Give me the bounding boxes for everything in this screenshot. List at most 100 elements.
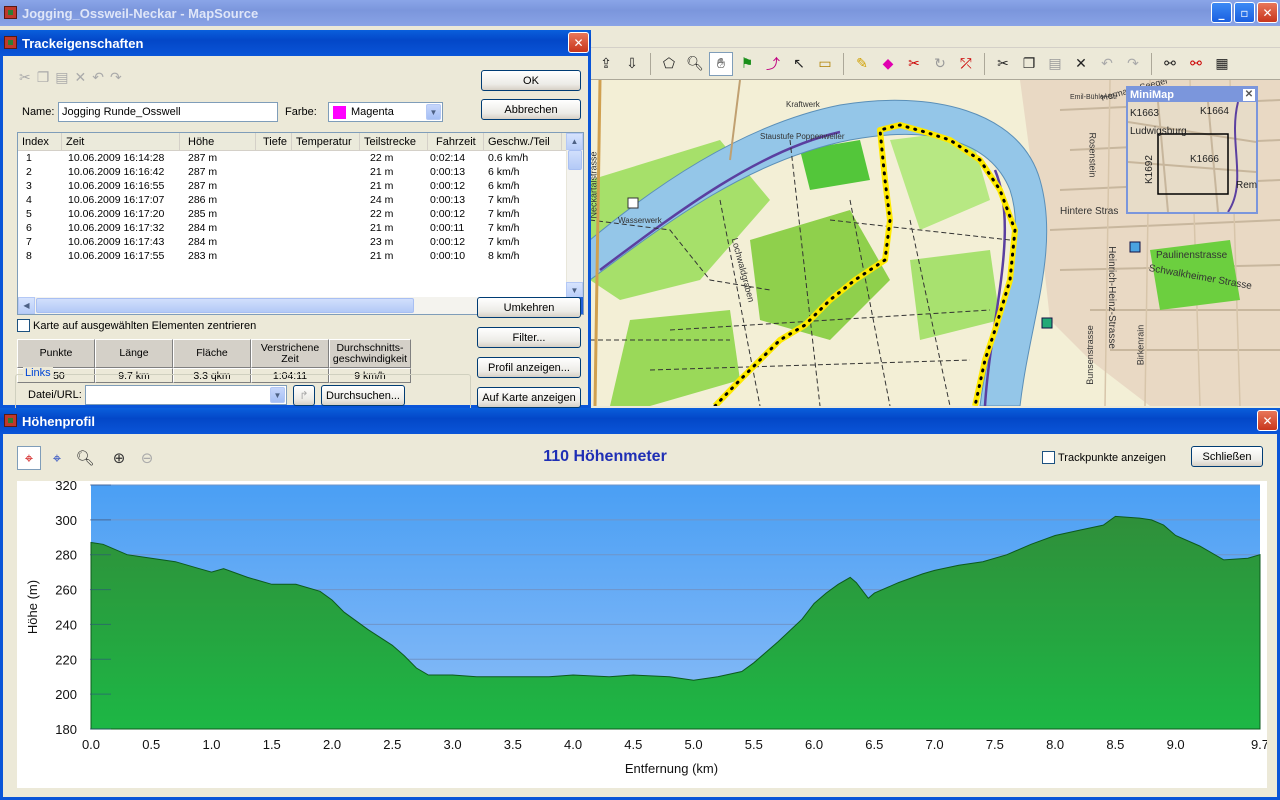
open-link-button[interactable]: ↱ bbox=[293, 385, 315, 406]
show-profile-button[interactable]: Profil anzeigen... bbox=[477, 357, 581, 378]
paste-icon[interactable]: ▤ bbox=[1043, 52, 1067, 76]
eraser-tool-icon[interactable]: ◆ bbox=[876, 52, 900, 76]
table-row[interactable]: 4 10.06.2009 16:17:07 286 m 24 m 0:00:13… bbox=[18, 193, 583, 207]
table-body: 1 10.06.2009 16:14:28 287 m 22 m 0:02:14… bbox=[18, 151, 583, 263]
track-name-input[interactable]: Jogging Runde_Osswell bbox=[58, 102, 278, 122]
table-row[interactable]: 7 10.06.2009 16:17:43 284 m 23 m 0:00:12… bbox=[18, 235, 583, 249]
chevron-down-icon[interactable]: ▼ bbox=[270, 387, 285, 403]
x-tick-label: 8.0 bbox=[1046, 737, 1064, 752]
chevron-down-icon[interactable]: ▼ bbox=[426, 104, 441, 120]
cell-depth bbox=[256, 165, 292, 179]
waterworks-poi-icon[interactable] bbox=[627, 197, 639, 209]
cell-leg-speed: 7 km/h bbox=[488, 208, 520, 220]
distance-tool-icon[interactable]: ▭ bbox=[813, 52, 837, 76]
hand-tool-icon[interactable]: ✋︎ bbox=[709, 51, 733, 76]
center-map-checkbox[interactable] bbox=[17, 319, 30, 332]
window-buttons: _ ▫ ✕ bbox=[1211, 2, 1278, 23]
column-header-depth[interactable]: Tiefe bbox=[256, 133, 292, 150]
find-icon[interactable]: ⚯ bbox=[1158, 52, 1182, 76]
show-trackpoints-checkbox[interactable] bbox=[1042, 451, 1055, 464]
map-label-heinrich-heinz-strasse: Heinrich-Heinz-Strasse bbox=[1105, 246, 1117, 349]
file-url-label: Datei/URL: bbox=[28, 389, 82, 401]
delete-icon[interactable]: ✕ bbox=[1069, 52, 1093, 76]
undo-icon[interactable]: ↶ bbox=[1095, 52, 1119, 76]
bus-stop-icon[interactable] bbox=[1041, 317, 1053, 329]
table-vertical-scrollbar[interactable]: ▲ ▼ bbox=[566, 133, 583, 299]
vertical-scroll-thumb[interactable] bbox=[568, 150, 582, 170]
table-row[interactable]: 5 10.06.2009 16:17:20 285 m 22 m 0:00:12… bbox=[18, 207, 583, 221]
join-tracks-icon[interactable]: ↻ bbox=[928, 52, 952, 76]
redo-icon[interactable]: ↷ bbox=[1121, 52, 1145, 76]
undo-icon[interactable]: ↶ bbox=[92, 70, 104, 86]
dialog-close-button[interactable]: ✕ bbox=[568, 32, 589, 53]
scroll-up-icon[interactable]: ▲ bbox=[566, 133, 583, 150]
cell-index: 5 bbox=[26, 208, 32, 220]
zoom-tool-icon[interactable]: 🔍︎ bbox=[683, 52, 707, 76]
cut-icon[interactable]: ✂ bbox=[991, 52, 1015, 76]
column-header-index[interactable]: Index bbox=[18, 133, 62, 150]
cell-leg-time: 0:00:13 bbox=[430, 194, 466, 206]
table-row[interactable]: 1 10.06.2009 16:14:28 287 m 22 m 0:02:14… bbox=[18, 151, 583, 165]
track-edit-icon[interactable]: ⤱ bbox=[954, 52, 978, 76]
column-header-temperature[interactable]: Temperatur bbox=[292, 133, 360, 150]
elevation-chart-svg[interactable]: 180 200 220 240 260 280 300 320 0.0 0.5 1.0 1.5 2.0 2… bbox=[17, 478, 1269, 788]
selection-icon[interactable]: ⬠ bbox=[657, 52, 681, 76]
receive-from-device-icon[interactable]: ⇩ bbox=[620, 52, 644, 76]
y-tick-label: 260 bbox=[55, 583, 77, 598]
ok-button[interactable]: OK bbox=[481, 70, 581, 91]
cell-leg-length: 22 m bbox=[370, 208, 394, 220]
close-button[interactable]: ✕ bbox=[1257, 2, 1278, 23]
show-on-map-button[interactable]: Auf Karte anzeigen bbox=[477, 387, 581, 408]
scroll-left-icon[interactable]: ◀ bbox=[18, 297, 35, 314]
filter-button[interactable]: Filter... bbox=[477, 327, 581, 348]
maximize-button[interactable]: ▫ bbox=[1234, 2, 1255, 23]
trackpoint-table[interactable]: Index Zeit Höhe Tiefe Temperatur Teilstr… bbox=[17, 132, 584, 315]
minimize-button[interactable]: _ bbox=[1211, 2, 1232, 23]
paste-icon[interactable]: ▤ bbox=[55, 70, 68, 86]
toolbar-separator bbox=[984, 52, 985, 75]
column-header-leg-time[interactable]: Fahrzeit bbox=[428, 133, 484, 150]
close-profile-button[interactable]: Schließen bbox=[1191, 446, 1263, 467]
send-to-device-icon[interactable]: ⇪ bbox=[594, 52, 618, 76]
minimap-label-k1663: K1663 bbox=[1130, 108, 1159, 119]
copy-icon[interactable]: ❐ bbox=[1017, 52, 1041, 76]
elevation-chart[interactable]: 180 200 220 240 260 280 300 320 0.0 0.5 1.0 1.5 2.0 2… bbox=[17, 478, 1269, 788]
minimap-panel[interactable]: MiniMap ✕ K1663 K1664 Ludwigsburg K1666 … bbox=[1126, 86, 1258, 214]
column-header-leg-speed[interactable]: Geschw./Teil bbox=[484, 133, 562, 150]
column-header-leg-length[interactable]: Teilstrecke bbox=[360, 133, 428, 150]
delete-icon[interactable]: ✕ bbox=[75, 70, 87, 86]
browse-button[interactable]: Durchsuchen... bbox=[321, 385, 405, 406]
cancel-button[interactable]: Abbrechen bbox=[481, 99, 581, 120]
cell-time: 10.06.2009 16:16:42 bbox=[68, 166, 165, 178]
table-row[interactable]: 8 10.06.2009 16:17:55 283 m 21 m 0:00:10… bbox=[18, 249, 583, 263]
profile-close-button[interactable]: ✕ bbox=[1257, 410, 1278, 431]
table-row[interactable]: 3 10.06.2009 16:16:55 287 m 21 m 0:00:12… bbox=[18, 179, 583, 193]
map-label-wasserwerk: Wasserwerk bbox=[618, 216, 662, 225]
minimap-close-icon[interactable]: ✕ bbox=[1243, 89, 1255, 101]
table-row[interactable]: 6 10.06.2009 16:17:32 284 m 21 m 0:00:11… bbox=[18, 221, 583, 235]
properties-icon[interactable]: ▦ bbox=[1210, 52, 1234, 76]
find-next-icon[interactable]: ⚯ bbox=[1184, 52, 1208, 76]
track-dialog-titlebar: Trackeigenschaften ✕ bbox=[0, 30, 591, 56]
waypoint-tool-icon[interactable]: ⚑ bbox=[735, 52, 759, 76]
reverse-button[interactable]: Umkehren bbox=[477, 297, 581, 318]
cell-depth bbox=[256, 179, 292, 193]
copy-icon[interactable]: ❐ bbox=[37, 70, 50, 86]
poi-icon[interactable] bbox=[1129, 241, 1141, 253]
table-row[interactable]: 2 10.06.2009 16:16:42 287 m 21 m 0:00:13… bbox=[18, 165, 583, 179]
cut-icon[interactable]: ✂ bbox=[19, 70, 31, 86]
divide-track-icon[interactable]: ✂ bbox=[902, 52, 926, 76]
horizontal-scroll-thumb[interactable] bbox=[36, 298, 414, 313]
column-header-time[interactable]: Zeit bbox=[62, 133, 180, 150]
map-label-rosenstein: Rosenstein bbox=[1087, 132, 1098, 178]
file-url-input[interactable]: ▼ bbox=[85, 385, 287, 405]
x-tick-label: 3.0 bbox=[444, 737, 462, 752]
pencil-tool-icon[interactable]: ✎ bbox=[850, 52, 874, 76]
cell-index: 6 bbox=[26, 222, 32, 234]
column-header-altitude[interactable]: Höhe bbox=[180, 133, 256, 150]
redo-icon[interactable]: ↷ bbox=[110, 70, 122, 86]
route-tool-icon[interactable]: ⤴ bbox=[761, 52, 785, 76]
minimap-label-rem: Rem bbox=[1236, 180, 1258, 191]
pointer-tool-icon[interactable]: ↖ bbox=[787, 52, 811, 76]
color-select[interactable]: Magenta ▼ bbox=[328, 102, 443, 122]
